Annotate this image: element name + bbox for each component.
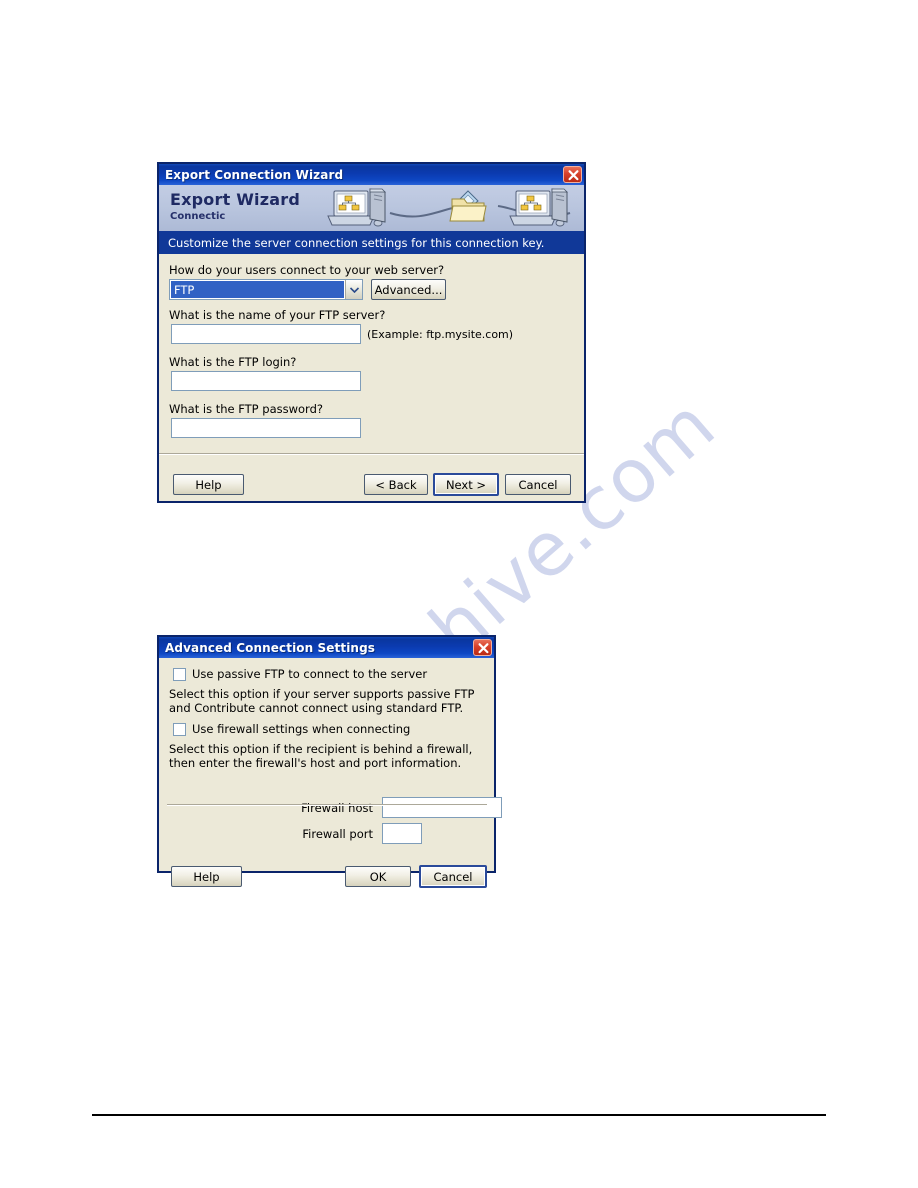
- wizard-button-bar: Help < Back Next > Cancel: [159, 468, 584, 504]
- close-icon[interactable]: [473, 639, 492, 656]
- wizard-banner-title: Export Wizard: [170, 190, 300, 209]
- cancel-button[interactable]: Cancel: [505, 474, 571, 495]
- passive-ftp-checkbox-label: Use passive FTP to connect to the server: [192, 667, 428, 681]
- wizard-title: Export Connection Wizard: [165, 167, 344, 182]
- wizard-subtitle-bar: Customize the server connection settings…: [159, 231, 584, 254]
- ftp-password-input[interactable]: [171, 418, 361, 438]
- wizard-banner: Export Wizard Connectic: [159, 185, 584, 231]
- page-footer-rule: [92, 1114, 826, 1116]
- server-question-label: What is the name of your FTP server?: [169, 308, 386, 322]
- advanced-body: Use passive FTP to connect to the server…: [159, 658, 502, 844]
- passive-ftp-checkbox[interactable]: [173, 667, 186, 681]
- export-connection-wizard-dialog: Export Connection Wizard Export Wizard C…: [157, 162, 586, 503]
- server-example-hint: (Example: ftp.mysite.com): [367, 328, 514, 341]
- computers-transfer-illustration: [312, 185, 584, 231]
- advanced-connection-settings-dialog: Advanced Connection Settings Use passive…: [157, 635, 502, 888]
- connection-type-value: FTP: [171, 281, 344, 298]
- firewall-host-input[interactable]: [382, 797, 502, 818]
- close-icon[interactable]: [563, 166, 582, 183]
- passive-ftp-description: Select this option if your server suppor…: [169, 687, 475, 715]
- firewall-checkbox-label: Use firewall settings when connecting: [192, 722, 411, 736]
- help-button[interactable]: Help: [171, 866, 242, 887]
- wizard-titlebar: Export Connection Wizard: [159, 164, 584, 185]
- button-bar-separator: [159, 453, 584, 455]
- ok-button[interactable]: OK: [345, 866, 411, 887]
- connection-type-dropdown[interactable]: FTP: [169, 279, 363, 300]
- advanced-button-bar-separator: [167, 804, 487, 806]
- firewall-description: Select this option if the recipient is b…: [169, 742, 473, 770]
- wizard-subtitle-text: Customize the server connection settings…: [168, 235, 545, 250]
- advanced-title: Advanced Connection Settings: [165, 640, 376, 655]
- chevron-down-icon[interactable]: [345, 280, 362, 299]
- cancel-button[interactable]: Cancel: [419, 865, 487, 888]
- connection-question-label: How do your users connect to your web se…: [169, 263, 445, 277]
- wizard-body: How do your users connect to your web se…: [159, 254, 584, 468]
- help-button[interactable]: Help: [173, 474, 244, 495]
- passive-ftp-checkbox-row[interactable]: Use passive FTP to connect to the server: [173, 667, 427, 681]
- next-button[interactable]: Next >: [433, 473, 499, 496]
- firewall-settings-checkbox[interactable]: [173, 722, 186, 736]
- advanced-button-bar: Help OK Cancel: [159, 835, 494, 892]
- login-question-label: What is the FTP login?: [169, 355, 297, 369]
- password-question-label: What is the FTP password?: [169, 402, 323, 416]
- advanced-titlebar: Advanced Connection Settings: [159, 637, 494, 658]
- wizard-banner-subtitle: Connectic: [170, 211, 226, 222]
- advanced-button[interactable]: Advanced...: [371, 279, 446, 300]
- firewall-checkbox-row[interactable]: Use firewall settings when connecting: [173, 722, 410, 736]
- ftp-login-input[interactable]: [171, 371, 361, 391]
- ftp-server-input[interactable]: [171, 324, 361, 344]
- back-button[interactable]: < Back: [364, 474, 428, 495]
